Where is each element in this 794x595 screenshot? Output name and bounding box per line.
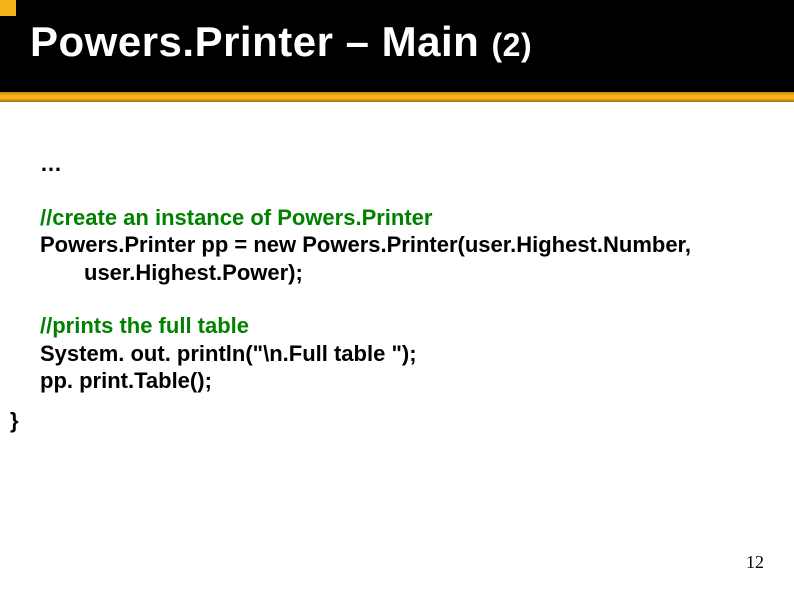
slide-title: Powers.Printer – Main (2) bbox=[30, 18, 532, 66]
title-sub: (2) bbox=[491, 27, 532, 63]
slide: Powers.Printer – Main (2) … //create an … bbox=[0, 0, 794, 595]
gold-stripe bbox=[0, 92, 794, 102]
ellipsis: … bbox=[40, 150, 754, 178]
title-main: Powers.Printer – Main bbox=[30, 18, 491, 65]
code-content: … //create an instance of Powers.Printer… bbox=[40, 150, 754, 421]
code-line-1b: user.Highest.Power); bbox=[40, 259, 754, 287]
header-band: Powers.Printer – Main (2) bbox=[0, 0, 794, 92]
code-line-2a: System. out. println("\n.Full table "); bbox=[40, 340, 754, 368]
comment-2: //prints the full table bbox=[40, 312, 754, 340]
page-number: 12 bbox=[746, 552, 764, 573]
code-line-1a: Powers.Printer pp = new Powers.Printer(u… bbox=[40, 231, 754, 259]
code-block-2: //prints the full table System. out. pri… bbox=[40, 312, 754, 395]
comment-1: //create an instance of Powers.Printer bbox=[40, 204, 754, 232]
closing-brace: } bbox=[10, 408, 19, 434]
accent-square bbox=[0, 0, 16, 16]
code-block-1: //create an instance of Powers.Printer P… bbox=[40, 204, 754, 287]
code-line-2b: pp. print.Table(); bbox=[40, 367, 754, 395]
